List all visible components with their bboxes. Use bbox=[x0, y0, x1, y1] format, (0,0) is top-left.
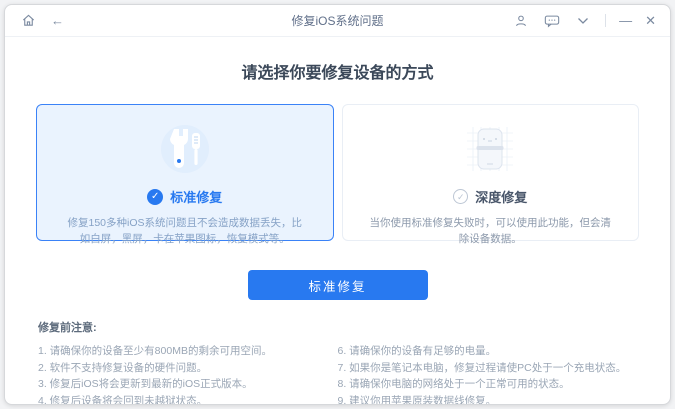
minimize-button[interactable]: — bbox=[619, 14, 632, 27]
repair-mode-cards: ✓ 标准修复 修复150多种iOS系统问题且不会造成数据丢失，比如白屏，黑屏，卡… bbox=[36, 104, 639, 245]
titlebar-divider bbox=[605, 14, 607, 27]
note-item: 6. 请确保你的设备有足够的电量。 bbox=[337, 345, 497, 357]
back-icon[interactable]: ← bbox=[51, 14, 64, 27]
titlebar-left: ← bbox=[19, 12, 189, 30]
standard-repair-button[interactable]: 标准修复 bbox=[247, 270, 428, 300]
notes-columns: 1. 请确保你的设备至少有800MB的剩余可用空间。 2. 软件不支持修复设备的硬… bbox=[38, 343, 638, 405]
close-button[interactable]: ✕ bbox=[645, 14, 656, 27]
note-item: 2. 软件不支持修复设备的硬件问题。 bbox=[38, 361, 208, 374]
home-icon[interactable] bbox=[19, 12, 37, 30]
notes-title: 修复前注意: bbox=[38, 322, 97, 334]
feedback-chat-icon[interactable] bbox=[543, 12, 561, 30]
device-firmware-icon bbox=[343, 113, 639, 187]
standard-repair-title: 标准修复 bbox=[170, 190, 223, 205]
standard-repair-description: 修复150多种iOS系统问题且不会造成数据丢失，比如白屏，黑屏，卡在苹果图标，恢… bbox=[67, 217, 303, 246]
selected-check-icon: ✓ bbox=[147, 188, 164, 205]
deep-repair-description: 当你使用标准修复失败时，可以使用此功能，但会清除设备数据。 bbox=[369, 217, 612, 246]
card-deep-repair[interactable]: ✓ 深度修复 当你使用标准修复失败时，可以使用此功能，但会清除设备数据。 bbox=[341, 104, 639, 245]
main-content: 请选择你要修复设备的方式 ✓ 标准修复 修复150多种iOS系统问题且不会造成数… bbox=[5, 37, 670, 405]
note-item: 4. 修复后设备将会回到未越狱状态。 bbox=[38, 394, 208, 405]
note-item: 3. 修复后iOS将会更新到最新的iOS正式版本。 bbox=[38, 378, 253, 390]
deep-repair-title: 深度修复 bbox=[475, 190, 528, 205]
note-item: 7. 如果你是笔记本电脑，修复过程请使PC处于一个充电状态。 bbox=[337, 361, 627, 374]
chevron-down-icon[interactable] bbox=[574, 12, 592, 30]
deep-repair-title-row: ✓ 深度修复 bbox=[343, 187, 639, 206]
note-item: 9. 建议你用苹果原装数据线修复。 bbox=[337, 394, 497, 405]
wrench-screwdriver-icon bbox=[37, 113, 333, 187]
page-title: 请选择你要修复设备的方式 bbox=[241, 65, 434, 82]
note-item: 1. 请确保你的设备至少有800MB的剩余可用空间。 bbox=[38, 345, 272, 357]
titlebar-right: — ✕ bbox=[486, 12, 656, 30]
title-bar: ← 修复iOS系统问题 — ✕ bbox=[5, 5, 670, 37]
user-icon[interactable] bbox=[512, 12, 530, 30]
pre-repair-notes: 修复前注意: 1. 请确保你的设备至少有800MB的剩余可用空间。 2. 软件不支… bbox=[36, 319, 639, 405]
unselected-check-icon: ✓ bbox=[453, 189, 469, 204]
standard-repair-title-row: ✓ 标准修复 bbox=[37, 187, 333, 206]
notes-column-left: 1. 请确保你的设备至少有800MB的剩余可用空间。 2. 软件不支持修复设备的硬… bbox=[38, 343, 338, 405]
action-row: 标准修复 bbox=[36, 270, 639, 300]
notes-column-right: 6. 请确保你的设备有足够的电量。 7. 如果你是笔记本电脑，修复过程请使PC处于… bbox=[337, 343, 638, 405]
app-window: ← 修复iOS系统问题 — ✕ 请选择你要修复设备的方式 ✓ 标准修复 修复15… bbox=[4, 4, 671, 405]
card-standard-repair[interactable]: ✓ 标准修复 修复150多种iOS系统问题且不会造成数据丢失，比如白屏，黑屏，卡… bbox=[36, 104, 334, 245]
note-item: 8. 请确保你电脑的网络处于一个正常可用的状态。 bbox=[337, 378, 570, 390]
window-title: 修复iOS系统问题 bbox=[291, 14, 384, 28]
